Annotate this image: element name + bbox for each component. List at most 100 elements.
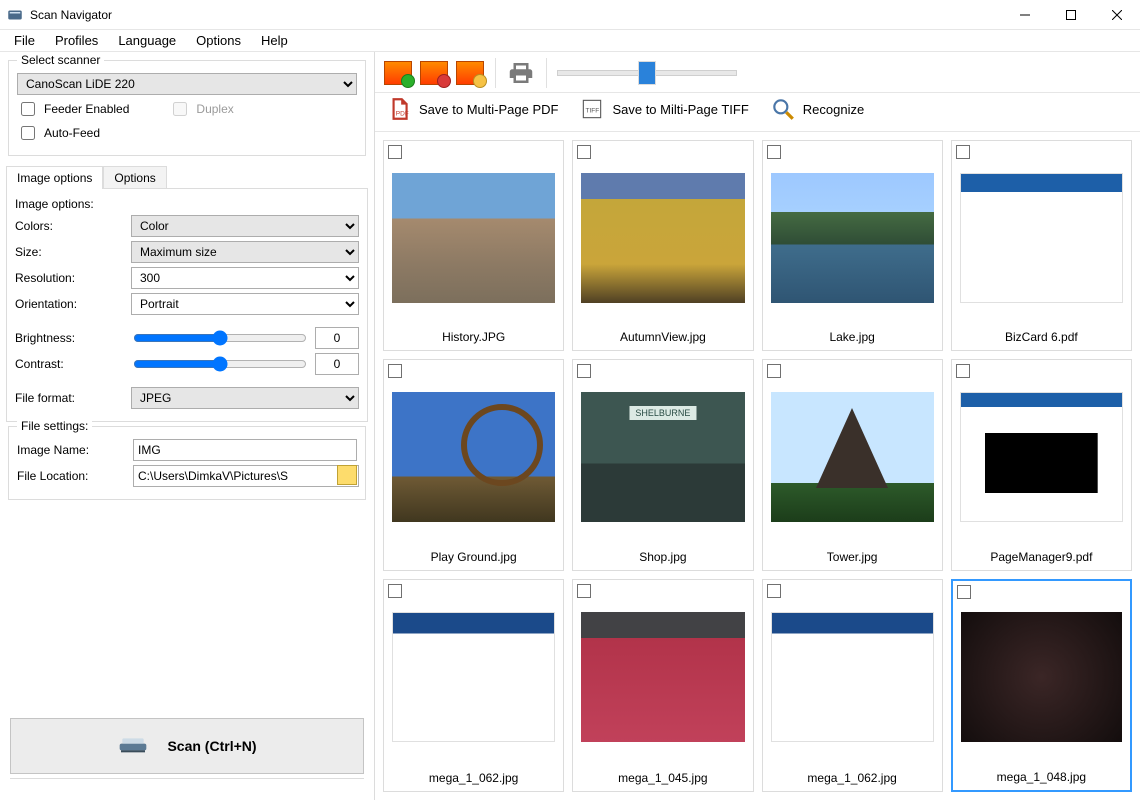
thumbnail-checkbox[interactable] (577, 584, 591, 598)
thumbnail-item[interactable]: Shop.jpg (572, 359, 753, 570)
contrast-slider[interactable] (133, 355, 307, 373)
size-select[interactable]: Maximum size (131, 241, 359, 263)
thumbnail-filename: mega_1_062.jpg (763, 767, 942, 791)
window-minimize-button[interactable] (1002, 0, 1048, 30)
thumbnail-item[interactable]: mega_1_062.jpg (762, 579, 943, 792)
thumbnail-zoom-slider[interactable] (557, 70, 737, 76)
pdf-icon: PDF (385, 95, 413, 123)
add-image-button[interactable] (383, 58, 413, 88)
toolbar-separator (546, 58, 547, 88)
tab-options[interactable]: Options (103, 166, 166, 189)
image-options-heading: Image options: (15, 197, 94, 211)
save-pdf-button[interactable]: PDF Save to Multi-Page PDF (385, 95, 558, 123)
thumbnail-item[interactable]: mega_1_048.jpg (951, 579, 1132, 792)
save-tiff-button[interactable]: TIFF Save to Milti-Page TIFF (578, 95, 748, 123)
svg-text:PDF: PDF (396, 111, 409, 118)
scan-button-label: Scan (Ctrl+N) (167, 738, 256, 754)
sidebar: Select scanner CanoScan LiDE 220 Feeder … (0, 52, 375, 800)
thumbnail-checkbox[interactable] (388, 584, 402, 598)
file-location-label: File Location: (17, 469, 127, 483)
window-close-button[interactable] (1094, 0, 1140, 30)
thumbnail-checkbox[interactable] (767, 145, 781, 159)
thumbnail-filename: AutumnView.jpg (573, 326, 752, 350)
thumbnail-image (960, 155, 1123, 320)
resolution-select[interactable]: 300 (131, 267, 359, 289)
thumbnail-checkbox[interactable] (956, 145, 970, 159)
file-format-select[interactable]: JPEG (131, 387, 359, 409)
image-options-pane: Image options: Colors: Color Size: Maxim… (6, 188, 368, 422)
resolution-label: Resolution: (15, 271, 125, 285)
thumbnail-image (771, 374, 934, 539)
menu-file[interactable]: File (4, 31, 45, 50)
thumbnail-checkbox[interactable] (767, 584, 781, 598)
titlebar: Scan Navigator (0, 0, 1140, 30)
print-button[interactable] (506, 58, 536, 88)
thumbnail-filename: mega_1_062.jpg (384, 767, 563, 791)
thumbnail-item[interactable]: mega_1_062.jpg (383, 579, 564, 792)
file-location-input[interactable] (133, 465, 359, 487)
thumbnail-checkbox[interactable] (577, 364, 591, 378)
contrast-value[interactable] (315, 353, 359, 375)
autofeed-checkbox[interactable]: Auto-Feed (17, 123, 100, 143)
thumbnail-image (392, 374, 555, 539)
folder-browse-icon[interactable] (337, 465, 357, 485)
thumbnail-checkbox[interactable] (767, 364, 781, 378)
thumbnail-item[interactable]: Lake.jpg (762, 140, 943, 351)
edit-image-button[interactable] (455, 58, 485, 88)
content-area: PDF Save to Multi-Page PDF TIFF Save to … (375, 52, 1140, 800)
colors-label: Colors: (15, 219, 125, 233)
image-name-input[interactable] (133, 439, 357, 461)
actionbar: PDF Save to Multi-Page PDF TIFF Save to … (375, 93, 1140, 132)
thumbnail-checkbox[interactable] (957, 585, 971, 599)
thumbnail-item[interactable]: AutumnView.jpg (572, 140, 753, 351)
thumbnail-image (771, 594, 934, 761)
thumbnail-checkbox[interactable] (388, 364, 402, 378)
window-maximize-button[interactable] (1048, 0, 1094, 30)
brightness-label: Brightness: (15, 331, 125, 345)
thumbnail-filename: Tower.jpg (763, 546, 942, 570)
thumbnail-checkbox[interactable] (577, 145, 591, 159)
thumbnail-grid: History.JPG AutumnView.jpg Lake.jpg BizCard… (375, 132, 1140, 800)
thumbnail-item[interactable]: mega_1_045.jpg (572, 579, 753, 792)
thumbnail-item[interactable]: Tower.jpg (762, 359, 943, 570)
tiff-icon: TIFF (578, 95, 606, 123)
thumbnail-image (581, 594, 744, 761)
menu-language[interactable]: Language (108, 31, 186, 50)
remove-image-button[interactable] (419, 58, 449, 88)
feeder-checkbox[interactable]: Feeder Enabled (17, 99, 129, 119)
scanner-select[interactable]: CanoScan LiDE 220 (17, 73, 357, 95)
menu-options[interactable]: Options (186, 31, 251, 50)
thumbnail-item[interactable]: PageManager9.pdf (951, 359, 1132, 570)
brightness-value[interactable] (315, 327, 359, 349)
menubar: File Profiles Language Options Help (0, 30, 1140, 52)
thumbnail-checkbox[interactable] (956, 364, 970, 378)
thumbnail-checkbox[interactable] (388, 145, 402, 159)
thumbnail-filename: mega_1_045.jpg (573, 767, 752, 791)
file-settings-label: File settings: (17, 419, 92, 433)
recognize-button[interactable]: Recognize (769, 95, 864, 123)
menu-help[interactable]: Help (251, 31, 298, 50)
thumbnail-filename: Shop.jpg (573, 546, 752, 570)
thumbnail-filename: Lake.jpg (763, 326, 942, 350)
magnifier-icon (769, 95, 797, 123)
toolbar-separator (495, 58, 496, 88)
file-format-label: File format: (15, 391, 125, 405)
svg-text:TIFF: TIFF (586, 107, 600, 114)
thumbnail-item[interactable]: History.JPG (383, 140, 564, 351)
thumbnail-filename: History.JPG (384, 326, 563, 350)
colors-select[interactable]: Color (131, 215, 359, 237)
thumbnail-image (581, 374, 744, 539)
thumbnail-filename: PageManager9.pdf (952, 546, 1131, 570)
scan-button[interactable]: Scan (Ctrl+N) (10, 718, 364, 774)
orientation-select[interactable]: Portrait (131, 293, 359, 315)
thumbnail-item[interactable]: Play Ground.jpg (383, 359, 564, 570)
orientation-label: Orientation: (15, 297, 125, 311)
size-label: Size: (15, 245, 125, 259)
menu-profiles[interactable]: Profiles (45, 31, 108, 50)
image-name-label: Image Name: (17, 443, 127, 457)
file-settings-group: File settings: Image Name: File Location… (8, 426, 366, 500)
thumbnail-item[interactable]: BizCard 6.pdf (951, 140, 1132, 351)
brightness-slider[interactable] (133, 329, 307, 347)
scanner-icon (117, 733, 149, 760)
tab-image-options[interactable]: Image options (6, 166, 103, 189)
